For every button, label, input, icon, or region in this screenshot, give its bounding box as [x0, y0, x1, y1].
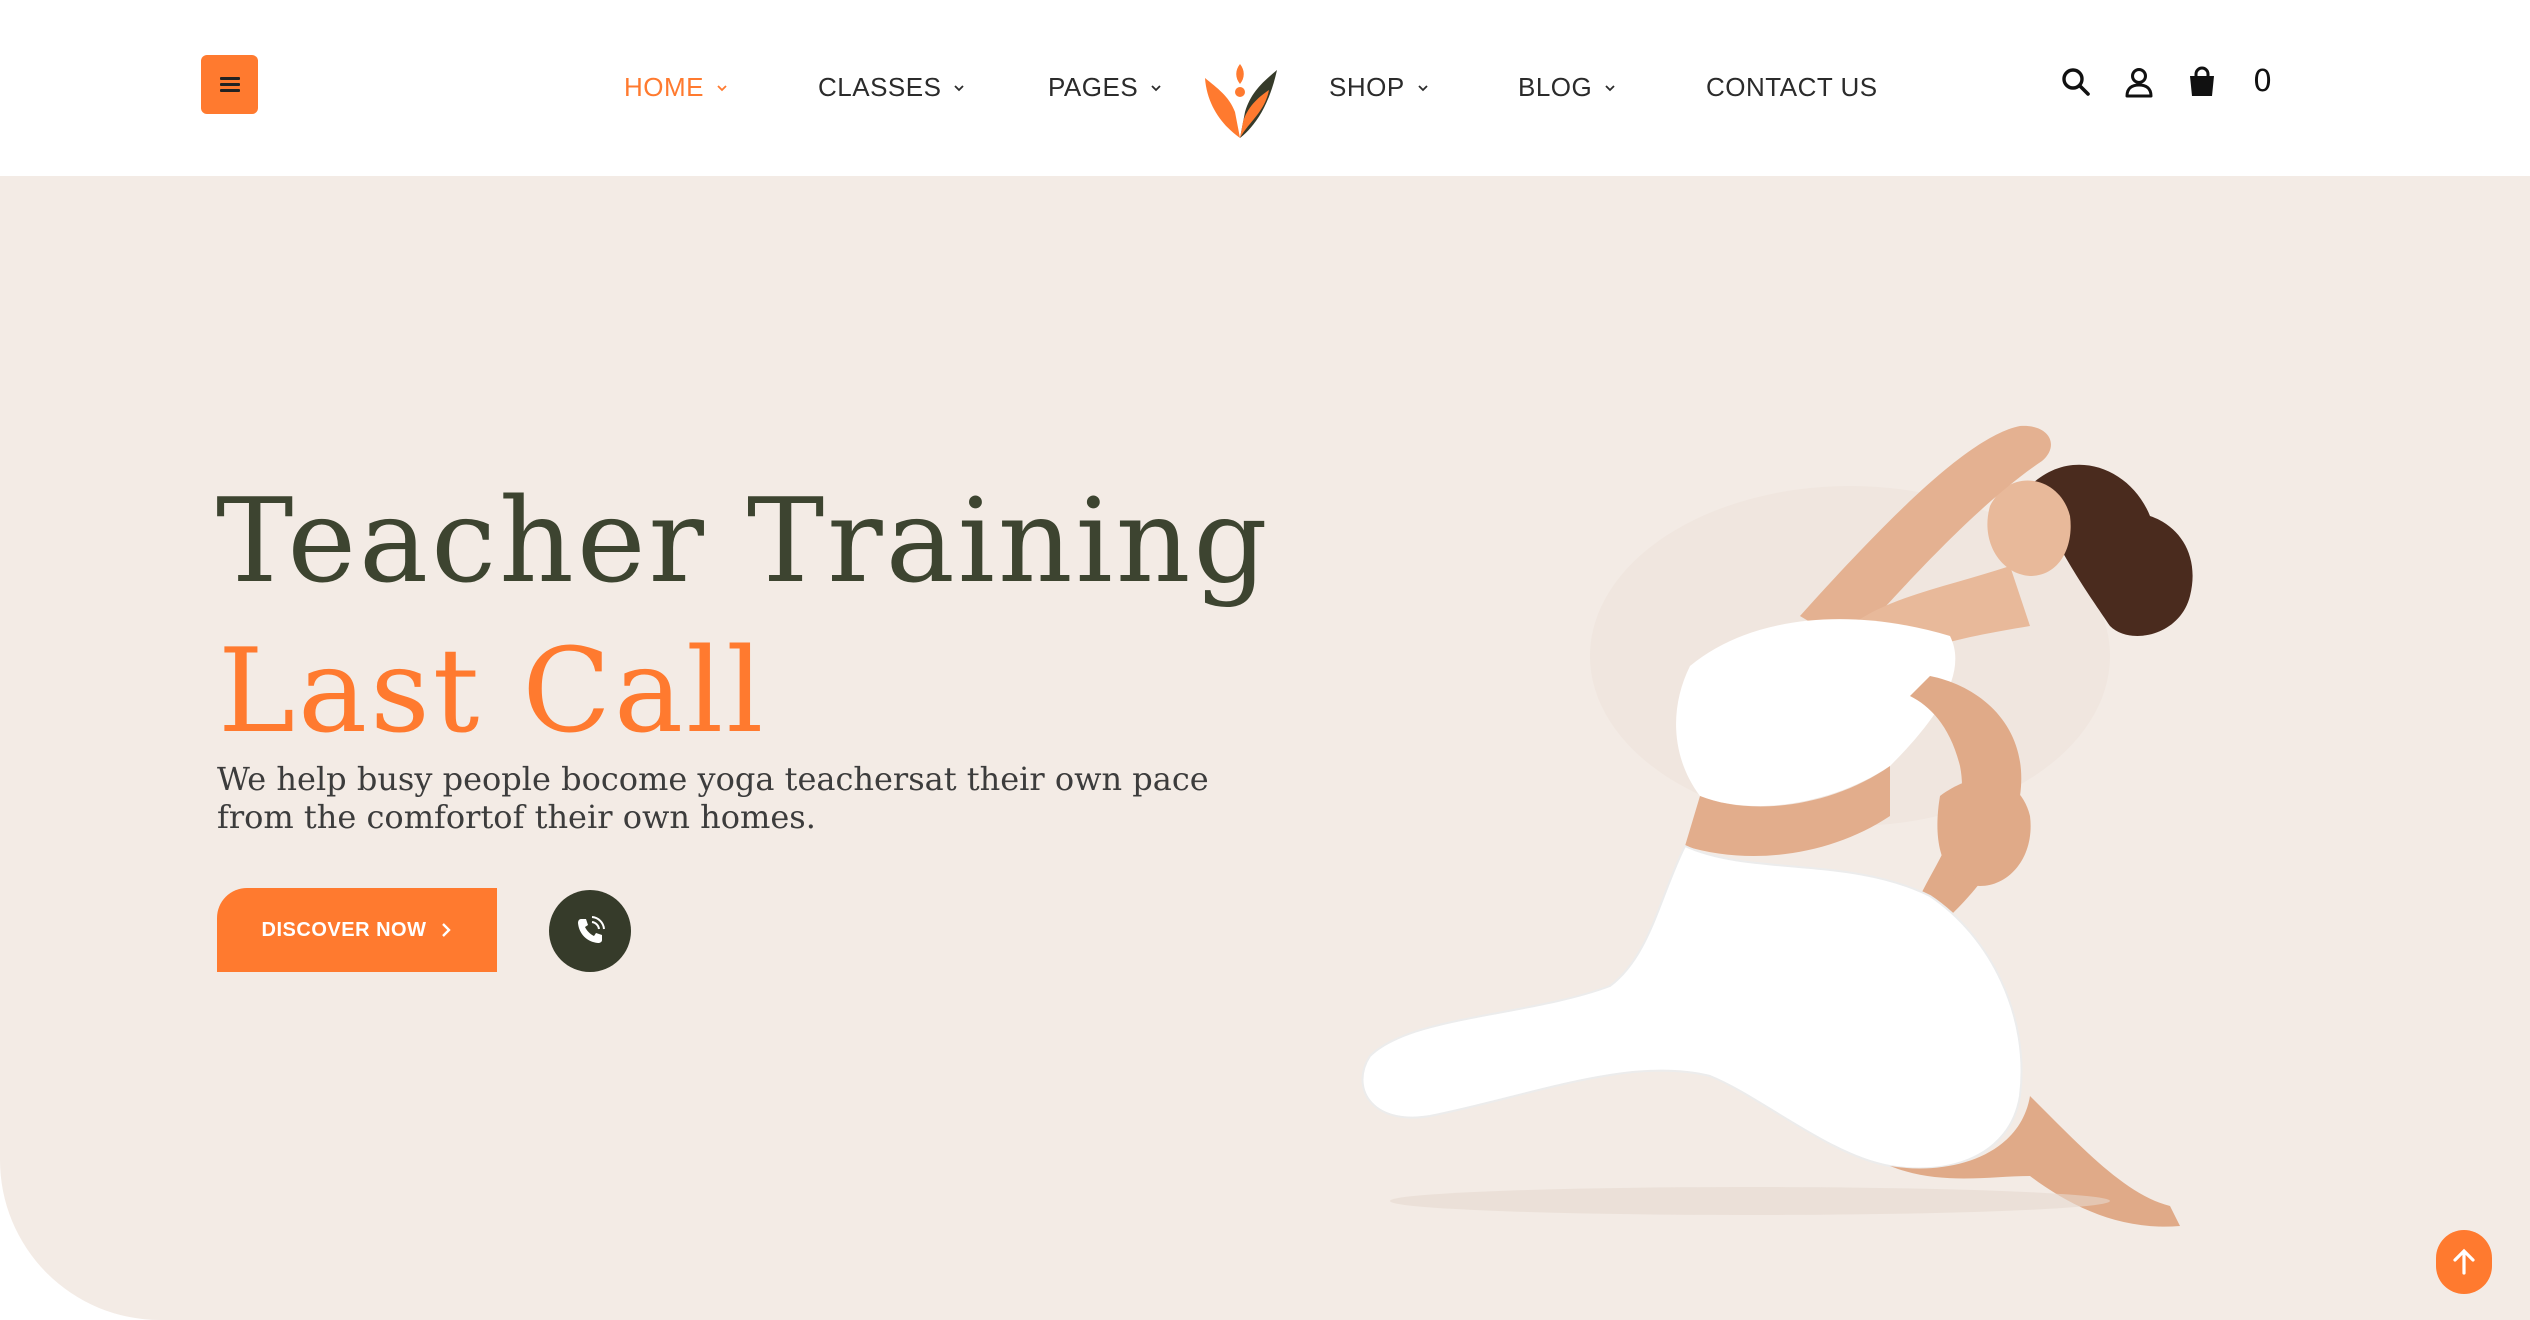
nav-item-blog[interactable]: BLOG — [1518, 72, 1616, 103]
nav-item-home[interactable]: HOME — [624, 72, 728, 103]
phone-call-icon — [578, 916, 605, 943]
hero-title-line2: Last Call — [218, 624, 767, 759]
hero-yoga-model-image — [1361, 425, 2193, 1227]
nav-label: BLOG — [1518, 72, 1593, 102]
chevron-down-icon — [1418, 84, 1428, 91]
nav-item-classes[interactable]: CLASSES — [818, 72, 965, 103]
chevron-down-icon — [717, 84, 727, 91]
hero-section: Teacher Training Last Call We help busy … — [0, 176, 2530, 1320]
user-icon[interactable] — [2121, 64, 2157, 100]
chevron-down-icon — [1605, 84, 1615, 91]
site-header: HOME CLASSES PAGES SHOP BLOG CONTACT US — [0, 0, 2530, 176]
shopping-bag-icon[interactable] — [2184, 64, 2220, 100]
discover-now-button[interactable]: DISCOVER NOW — [217, 888, 497, 972]
chevron-right-icon — [442, 923, 452, 937]
brand-logo-icon[interactable] — [1195, 56, 1285, 146]
nav-label: CONTACT US — [1706, 72, 1878, 102]
phone-call-button[interactable] — [549, 890, 631, 972]
nav-item-pages[interactable]: PAGES — [1048, 72, 1162, 103]
nav-label: PAGES — [1048, 72, 1139, 102]
chevron-down-icon — [1151, 84, 1161, 91]
menu-icon — [219, 76, 240, 93]
nav-label: HOME — [624, 72, 704, 102]
hero-subtitle: We help busy people bocome yoga teachers… — [217, 760, 1209, 836]
nav-label: SHOP — [1329, 72, 1405, 102]
hero-title-line1: Teacher Training — [216, 474, 1271, 609]
chevron-down-icon — [954, 84, 965, 91]
arrow-up-icon — [2453, 1248, 2475, 1275]
nav-label: CLASSES — [818, 72, 942, 102]
scroll-to-top-button[interactable] — [2436, 1230, 2492, 1294]
search-icon[interactable] — [2058, 64, 2094, 100]
cta-label: DISCOVER NOW — [261, 918, 427, 941]
cart-count[interactable]: 0 — [2253, 64, 2272, 99]
nav-item-contact-us[interactable]: CONTACT US — [1706, 72, 1878, 103]
nav-item-shop[interactable]: SHOP — [1329, 72, 1429, 103]
hamburger-menu-button[interactable] — [201, 55, 258, 114]
